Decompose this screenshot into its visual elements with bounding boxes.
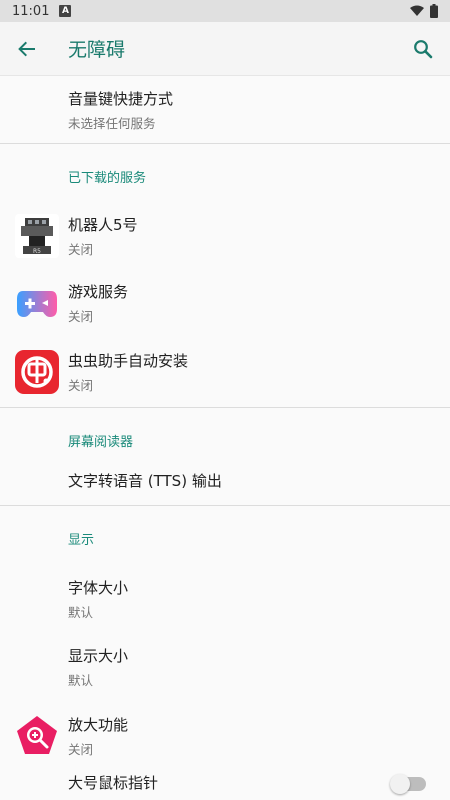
page-title: 无障碍 [68,39,126,61]
search-button[interactable] [410,36,436,62]
settings-list: 音量键快捷方式 未选择任何服务 已下载的服务 R5 机器人5号 关闭 游戏服务 … [0,76,450,800]
chongchong-app-icon [15,350,59,394]
section-header-downloaded-services: 已下载的服务 [68,170,147,186]
font-size-item[interactable]: 字体大小 默认 [0,566,450,632]
magnification-title: 放大功能 [68,716,129,734]
app-bar: 无障碍 [0,22,450,76]
display-size-item[interactable]: 显示大小 默认 [0,632,450,702]
service-title: 虫虫助手自动安装 [68,352,189,370]
magnification-status: 关闭 [68,742,94,757]
toggle-knob [390,774,410,794]
display-size-value: 默认 [68,673,94,688]
wifi-icon [410,5,424,16]
tts-output-title: 文字转语音 (TTS) 输出 [68,472,222,490]
service-item-robot5[interactable]: R5 机器人5号 关闭 [0,204,450,268]
service-title: 游戏服务 [68,282,129,301]
service-item-chongchong-installer[interactable]: 虫虫助手自动安装 关闭 [0,337,450,407]
font-size-title: 字体大小 [68,579,129,597]
font-size-value: 默认 [68,605,94,620]
tts-output-item[interactable]: 文字转语音 (TTS) 输出 [0,468,450,505]
magnification-item[interactable]: 放大功能 关闭 [0,702,450,770]
volume-shortcut-title: 音量键快捷方式 [68,89,174,108]
service-status: 关闭 [68,242,94,257]
search-icon [414,39,433,58]
back-button[interactable] [14,36,40,62]
large-pointer-title: 大号鼠标指针 [68,774,159,792]
service-title: 机器人5号 [68,216,138,234]
service-status: 关闭 [68,308,94,324]
svg-text:R5: R5 [33,248,41,255]
large-pointer-item[interactable]: 大号鼠标指针 [0,770,450,800]
display-size-title: 显示大小 [68,647,129,665]
large-pointer-toggle[interactable] [390,774,426,794]
volume-shortcut-subtitle: 未选择任何服务 [68,115,156,131]
volume-shortcut-item[interactable]: 音量键快捷方式 未选择任何服务 [0,76,450,143]
service-item-game-service[interactable]: 游戏服务 关闭 [0,268,450,337]
magnification-icon [17,716,57,754]
battery-icon [430,4,438,18]
gamepad-app-icon [17,290,57,317]
arrow-back-icon [18,41,35,56]
notification-icon: A [59,5,72,17]
section-header-screen-reader: 屏幕阅读器 [68,434,134,450]
status-bar: 11:01 A [0,0,450,22]
status-time: 11:01 [12,3,50,19]
service-status: 关闭 [68,378,94,393]
section-header-display: 显示 [68,532,95,548]
robot-app-icon: R5 [15,214,59,258]
